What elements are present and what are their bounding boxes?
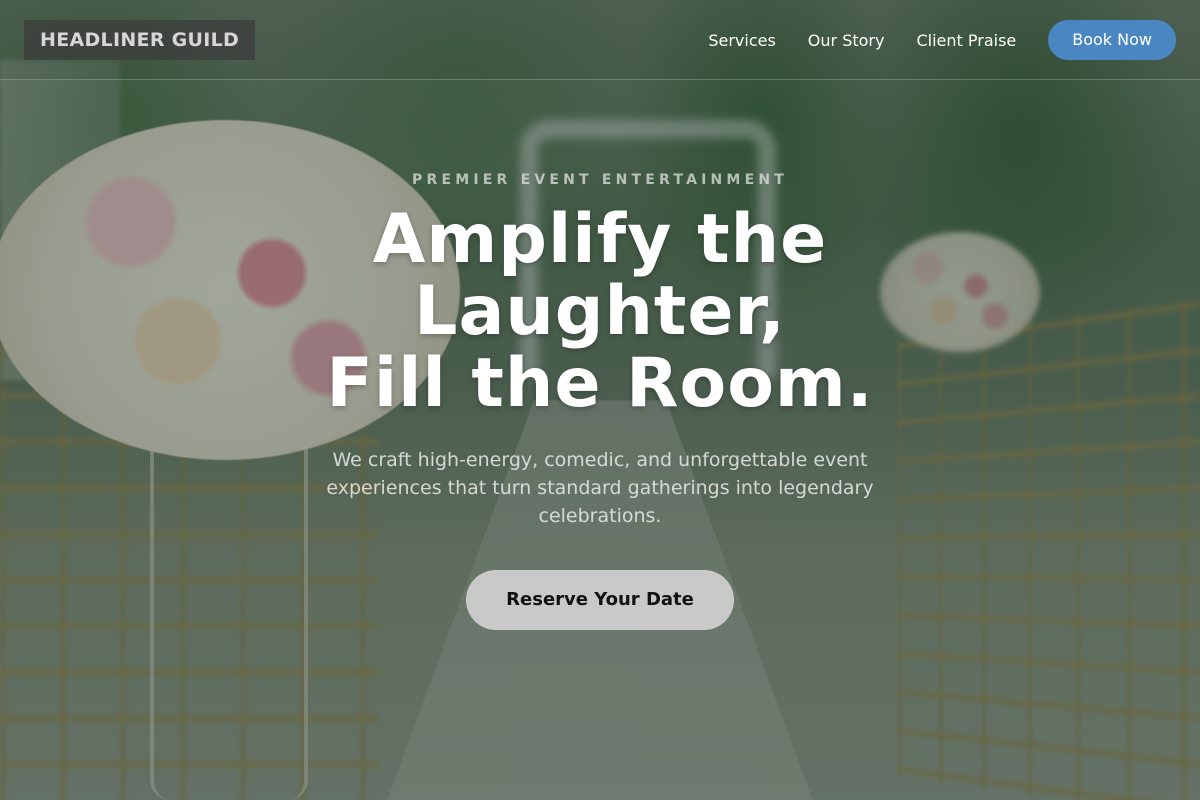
hero-headline: Amplify the Laughter, Fill the Room. (0, 204, 1200, 420)
hero-eyebrow: PREMIER EVENT ENTERTAINMENT (0, 172, 1200, 188)
nav-link-services[interactable]: Services (708, 31, 775, 50)
hero-headline-line: Fill the Room. (0, 348, 1200, 420)
hero-headline-line: Amplify the (0, 204, 1200, 276)
nav-links: Services Our Story Client Praise Book No… (708, 20, 1176, 60)
brand-logo[interactable]: HEADLINER GUILD (24, 20, 255, 60)
hero-subtext: We craft high-energy, comedic, and unfor… (300, 446, 900, 530)
navbar: HEADLINER GUILD Services Our Story Clien… (0, 0, 1200, 80)
reserve-your-date-button[interactable]: Reserve Your Date (466, 570, 734, 630)
nav-link-client-praise[interactable]: Client Praise (916, 31, 1016, 50)
hero-section: PREMIER EVENT ENTERTAINMENT Amplify the … (0, 80, 1200, 800)
nav-link-our-story[interactable]: Our Story (808, 31, 885, 50)
hero-headline-line: Laughter, (0, 276, 1200, 348)
book-now-button[interactable]: Book Now (1048, 20, 1176, 60)
